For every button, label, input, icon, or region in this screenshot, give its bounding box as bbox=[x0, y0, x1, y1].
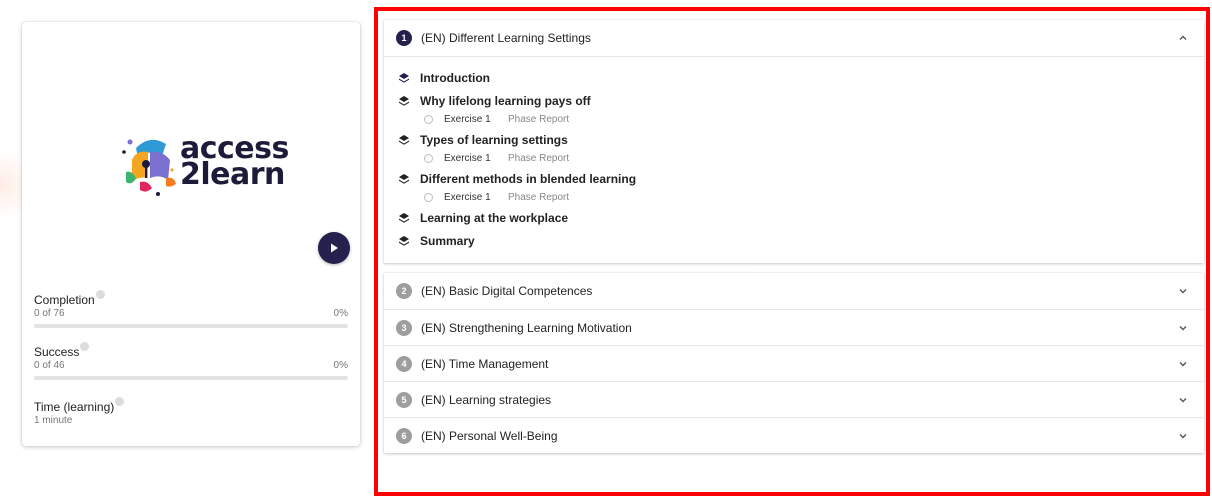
section-6-header[interactable]: 6 (EN) Personal Well-Being bbox=[384, 417, 1204, 453]
play-button[interactable] bbox=[318, 232, 350, 264]
time-label: Time (learning) bbox=[34, 400, 115, 414]
time-values: 1 minute bbox=[34, 415, 348, 426]
section-title: (EN) Basic Digital Competences bbox=[421, 284, 593, 298]
section-number-badge: 4 bbox=[396, 355, 412, 372]
lesson-activity-row: Exercise 1 Phase Report bbox=[398, 112, 1204, 126]
lesson-title: Learning at the workplace bbox=[420, 211, 569, 225]
exercise-link[interactable]: Exercise 1 bbox=[444, 114, 508, 125]
lesson-title: Summary bbox=[420, 234, 475, 248]
success-count: 0 of 46 bbox=[34, 360, 65, 371]
section-title: (EN) Strengthening Learning Motivation bbox=[421, 320, 632, 335]
completion-values: 0 of 76 0% bbox=[34, 308, 348, 319]
completion-progress-bar bbox=[34, 324, 348, 328]
info-icon[interactable] bbox=[115, 397, 125, 406]
section-5-header[interactable]: 5 (EN) Learning strategies bbox=[384, 381, 1204, 417]
lesson-item[interactable]: Why lifelong learning pays off bbox=[398, 92, 1204, 110]
layers-icon bbox=[399, 135, 409, 145]
section-title: (EN) Learning strategies bbox=[421, 392, 552, 407]
time-value: 1 minute bbox=[34, 415, 73, 426]
lesson-item[interactable]: Types of learning settings bbox=[398, 131, 1204, 149]
layers-icon bbox=[399, 96, 409, 106]
logo-graphic-icon bbox=[122, 139, 176, 196]
lesson-item[interactable]: Introduction bbox=[398, 69, 1204, 87]
lesson-activity-row: Exercise 1 Phase Report bbox=[398, 190, 1204, 204]
phase-report-link[interactable]: Phase Report bbox=[508, 192, 569, 203]
time-label-row: Time (learning) bbox=[34, 397, 348, 414]
course-card: access 2learn Completion 0 of 76 0% Succ… bbox=[22, 22, 360, 446]
success-progress-bar bbox=[34, 376, 348, 380]
section-number-badge: 6 bbox=[396, 427, 412, 444]
chevron-down-icon[interactable] bbox=[1178, 395, 1188, 405]
time-stat: Time (learning) 1 minute bbox=[34, 397, 348, 426]
section-title: (EN) Time Management bbox=[421, 356, 549, 371]
layers-icon bbox=[399, 236, 409, 246]
info-icon[interactable] bbox=[95, 290, 105, 299]
completion-label-row: Completion bbox=[34, 290, 348, 307]
section-title: (EN) Different Learning Settings bbox=[421, 31, 591, 45]
section-3-header[interactable]: 3 (EN) Strengthening Learning Motivation bbox=[384, 309, 1204, 345]
success-stat: Success 0 of 46 0% bbox=[34, 342, 348, 380]
chevron-down-icon[interactable] bbox=[1178, 431, 1188, 441]
phase-report-link[interactable]: Phase Report bbox=[508, 153, 569, 164]
success-label: Success bbox=[34, 345, 80, 359]
success-percent: 0% bbox=[333, 360, 348, 371]
section-number-badge: 5 bbox=[396, 391, 412, 408]
play-icon bbox=[331, 243, 338, 253]
status-radio bbox=[424, 114, 433, 124]
status-radio bbox=[424, 192, 433, 202]
section-1: 1 (EN) Different Learning Settings Intro… bbox=[384, 20, 1204, 263]
section-number-badge: 3 bbox=[396, 319, 412, 336]
section-number-badge: 2 bbox=[396, 283, 412, 299]
course-sections-accordion: 1 (EN) Different Learning Settings Intro… bbox=[384, 20, 1204, 453]
lesson-title: Different methods in blended learning bbox=[420, 172, 637, 186]
collapsed-sections-group: 2 (EN) Basic Digital Competences 3 (EN) … bbox=[384, 273, 1204, 453]
section-4-header[interactable]: 4 (EN) Time Management bbox=[384, 345, 1204, 381]
layers-icon bbox=[399, 213, 409, 223]
lesson-title: Introduction bbox=[420, 71, 490, 85]
course-logo: access 2learn bbox=[122, 130, 312, 210]
logo-line-2: 2learn bbox=[180, 157, 285, 192]
lesson-title: Types of learning settings bbox=[420, 133, 568, 147]
completion-label: Completion bbox=[34, 293, 95, 307]
lesson-item[interactable]: Summary bbox=[398, 232, 1204, 250]
section-2-header[interactable]: 2 (EN) Basic Digital Competences bbox=[384, 273, 1204, 309]
lesson-item[interactable]: Learning at the workplace bbox=[398, 209, 1204, 227]
info-icon[interactable] bbox=[80, 342, 90, 351]
section-number-badge: 1 bbox=[396, 30, 412, 46]
chevron-down-icon[interactable] bbox=[1178, 323, 1188, 333]
lesson-activity-row: Exercise 1 Phase Report bbox=[398, 151, 1204, 165]
layers-icon bbox=[399, 73, 409, 83]
section-1-lessons: Introduction Why lifelong learning pays … bbox=[384, 56, 1204, 263]
success-label-row: Success bbox=[34, 342, 348, 359]
section-title: (EN) Personal Well-Being bbox=[421, 428, 558, 443]
section-1-header[interactable]: 1 (EN) Different Learning Settings bbox=[384, 20, 1204, 56]
phase-report-link[interactable]: Phase Report bbox=[508, 114, 569, 125]
layers-icon bbox=[399, 174, 409, 184]
status-radio bbox=[424, 153, 433, 163]
lesson-title: Why lifelong learning pays off bbox=[420, 94, 591, 108]
success-values: 0 of 46 0% bbox=[34, 360, 348, 371]
chevron-up-icon[interactable] bbox=[1178, 33, 1188, 43]
completion-count: 0 of 76 bbox=[34, 308, 65, 319]
chevron-down-icon[interactable] bbox=[1178, 286, 1188, 296]
exercise-link[interactable]: Exercise 1 bbox=[444, 192, 508, 203]
completion-stat: Completion 0 of 76 0% bbox=[34, 290, 348, 328]
completion-percent: 0% bbox=[333, 308, 348, 319]
logo-wordmark: access 2learn bbox=[180, 134, 289, 192]
exercise-link[interactable]: Exercise 1 bbox=[444, 153, 508, 164]
lesson-item[interactable]: Different methods in blended learning bbox=[398, 170, 1204, 188]
chevron-down-icon[interactable] bbox=[1178, 359, 1188, 369]
